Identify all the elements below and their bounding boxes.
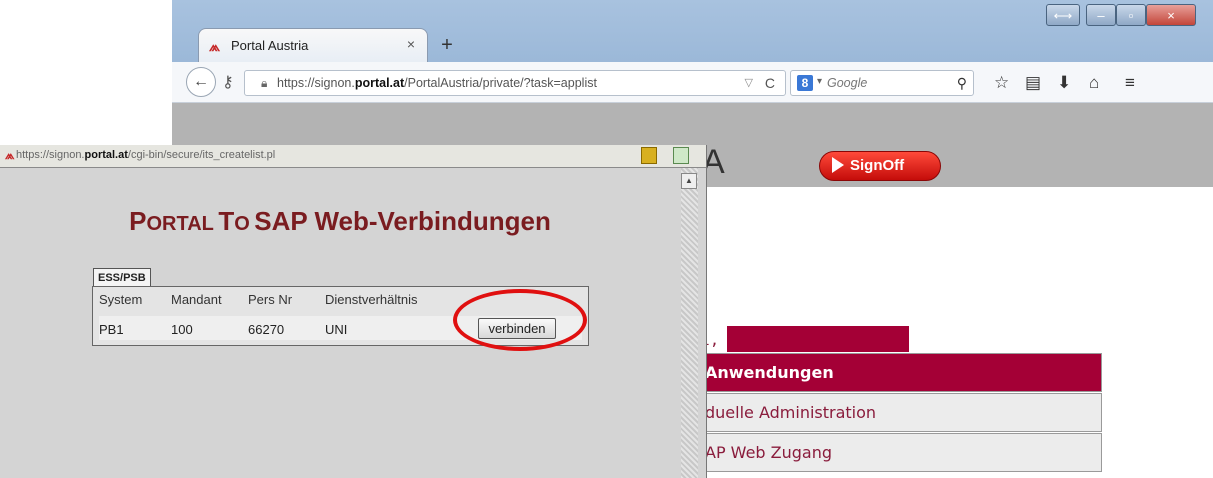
engine-dropdown-icon[interactable]: ▾ <box>817 76 822 87</box>
popup-window: ⩕ https://signon.portal.at/cgi-bin/secur… <box>0 145 707 478</box>
cell-dienstverhaeltnis: UNI <box>325 322 348 337</box>
scroll-up-icon[interactable]: ▲ <box>681 173 697 189</box>
maximize-icon[interactable]: ▫ <box>1116 4 1146 26</box>
column-header: Dienstverhältnis <box>325 292 418 307</box>
home-icon[interactable]: ⌂ <box>1089 73 1099 93</box>
tab-portal-austria[interactable]: ⩕ Portal Austria × <box>198 28 428 62</box>
redacted-name <box>727 326 909 352</box>
page-info-icon[interactable] <box>673 147 689 164</box>
popup-title: PORTAL TO SAP Web-Verbindungen <box>129 206 551 236</box>
popup-scrollbar[interactable] <box>681 168 698 478</box>
column-header: Mandant <box>171 292 222 307</box>
popup-address-bar: ⩕ https://signon.portal.at/cgi-bin/secur… <box>0 145 706 168</box>
padlock-icon[interactable] <box>641 147 657 164</box>
cell-mandant: 100 <box>171 322 193 337</box>
new-tab-button[interactable]: + <box>434 32 460 58</box>
popup-url: https://signon.portal.at/cgi-bin/secure/… <box>16 149 276 161</box>
close-window-icon[interactable]: × <box>1146 4 1196 26</box>
search-placeholder: Google <box>827 76 868 90</box>
cell-pers-nr: 66270 <box>248 322 285 337</box>
url-bar[interactable]: 🔒︎ https://signon.portal.at/PortalAustri… <box>244 70 786 96</box>
highlight-ellipse <box>453 289 587 351</box>
application-menu: Anwendungen duelle Administration AP Web… <box>692 353 1102 473</box>
search-icon[interactable]: ⚲ <box>957 75 967 92</box>
bookmark-star-icon[interactable]: ☆ <box>994 73 1009 93</box>
key-icon[interactable]: ⚷ <box>222 72 234 92</box>
signoff-button[interactable]: SignOff <box>819 151 941 181</box>
restore-icon[interactable]: ⟷ <box>1046 4 1080 26</box>
google-icon[interactable]: 8 <box>797 75 813 91</box>
url-text: https://signon.portal.at/PortalAustria/p… <box>277 76 597 90</box>
portal-logo-icon: ⩕ <box>5 148 15 162</box>
navigation-bar: ← ⚷ 🔒︎ https://signon.portal.at/PortalAu… <box>172 62 1213 103</box>
menu-item-anwendungen[interactable]: Anwendungen <box>692 353 1102 392</box>
cell-system: PB1 <box>99 322 124 337</box>
tab-ess-psb[interactable]: ESS/PSB <box>93 268 151 287</box>
column-header: Pers Nr <box>248 292 293 307</box>
reload-icon[interactable]: C <box>765 75 775 91</box>
tab-title: Portal Austria <box>231 38 309 53</box>
history-dropdown-icon[interactable]: ▽ <box>745 76 753 89</box>
minimize-icon[interactable]: – <box>1086 4 1116 26</box>
column-header: System <box>99 292 143 307</box>
back-icon[interactable]: ← <box>186 67 216 97</box>
portal-logo-icon: ⩕ <box>209 38 221 54</box>
downloads-icon[interactable]: ⬇ <box>1057 73 1071 93</box>
tab-close-icon[interactable]: × <box>407 36 415 52</box>
menu-icon[interactable]: ≡ <box>1125 73 1135 93</box>
lock-icon: 🔒︎ <box>261 76 268 90</box>
menu-item-sap-web-zugang[interactable]: AP Web Zugang <box>692 433 1102 472</box>
search-bar[interactable]: 8 ▾ Google ⚲ <box>790 70 974 96</box>
menu-item-administration[interactable]: duelle Administration <box>692 393 1102 432</box>
reading-list-icon[interactable]: ▤ <box>1025 73 1041 93</box>
play-icon <box>832 156 844 173</box>
